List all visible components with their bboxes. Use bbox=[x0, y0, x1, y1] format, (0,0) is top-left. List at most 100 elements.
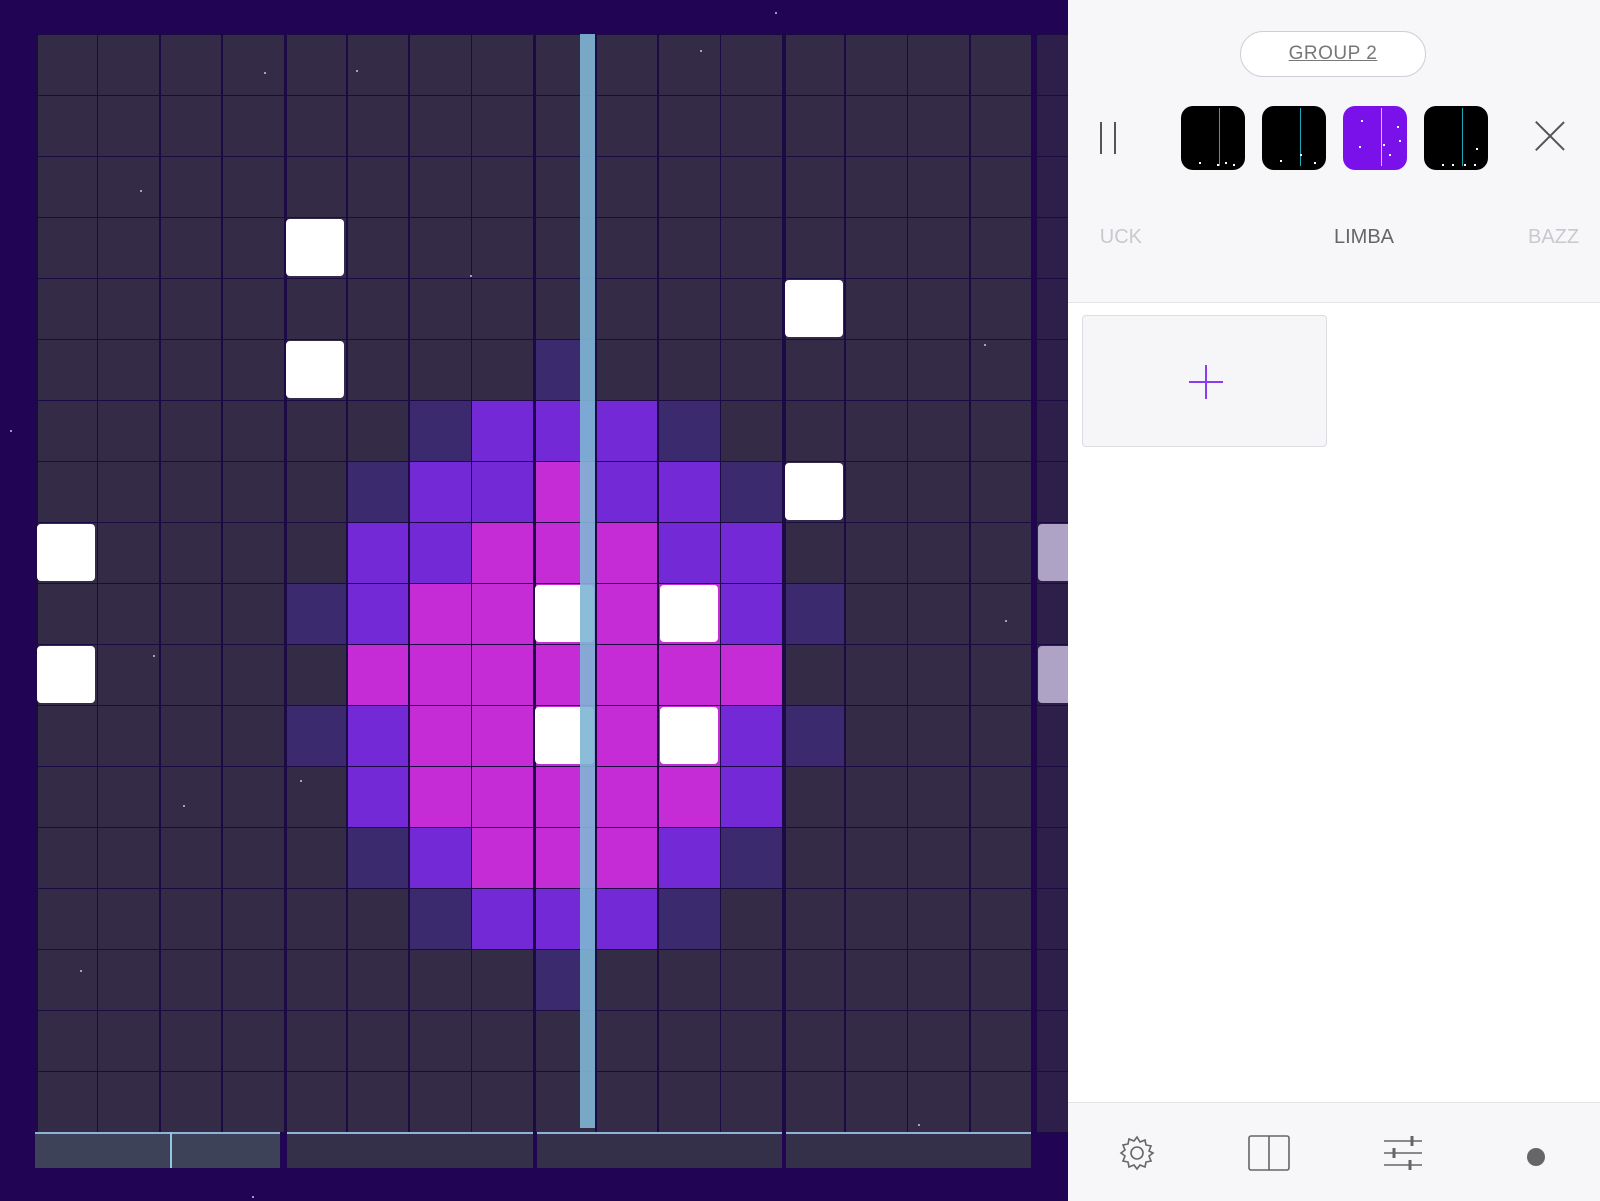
grid-cell[interactable] bbox=[408, 888, 472, 950]
grid-cell[interactable] bbox=[346, 156, 410, 218]
grid-cell[interactable] bbox=[471, 522, 534, 584]
grid-cell[interactable] bbox=[969, 827, 1033, 889]
grid-cell[interactable] bbox=[284, 156, 347, 218]
grid-cell[interactable] bbox=[782, 522, 846, 584]
grid-cell[interactable] bbox=[159, 827, 223, 889]
grid-cell[interactable] bbox=[97, 339, 161, 401]
grid-cell[interactable] bbox=[844, 217, 908, 279]
grid-cell[interactable] bbox=[408, 278, 472, 340]
grid-cell[interactable] bbox=[408, 1010, 472, 1072]
grid-cell[interactable] bbox=[35, 461, 98, 523]
grid-cell[interactable] bbox=[35, 1010, 98, 1072]
grid-cell[interactable] bbox=[408, 522, 472, 584]
grid-cell[interactable] bbox=[35, 339, 98, 401]
grid-cell[interactable] bbox=[159, 400, 223, 462]
active-note[interactable] bbox=[286, 341, 345, 398]
grid-cell[interactable] bbox=[471, 949, 534, 1011]
grid-cell[interactable] bbox=[35, 1071, 98, 1133]
grid-cell[interactable] bbox=[969, 644, 1033, 706]
grid-cell[interactable] bbox=[782, 583, 846, 645]
grid-cell[interactable] bbox=[284, 400, 347, 462]
grid-cell[interactable] bbox=[346, 217, 410, 279]
grid-cell[interactable] bbox=[720, 339, 784, 401]
grid-cell[interactable] bbox=[346, 705, 410, 767]
grid-cell[interactable] bbox=[658, 461, 721, 523]
grid-cell[interactable] bbox=[658, 156, 721, 218]
grid-cell[interactable] bbox=[35, 217, 98, 279]
grid-cell[interactable] bbox=[221, 644, 285, 706]
grid-cell[interactable] bbox=[471, 1071, 534, 1133]
grid-cell[interactable] bbox=[533, 766, 597, 828]
grid-cell[interactable] bbox=[284, 34, 347, 96]
grid-cell[interactable] bbox=[782, 705, 846, 767]
grid-cell[interactable] bbox=[969, 583, 1033, 645]
grid-cell[interactable] bbox=[408, 339, 472, 401]
grid-cell[interactable] bbox=[782, 1010, 846, 1072]
timeline-bar[interactable] bbox=[35, 1132, 1032, 1168]
grid-cell[interactable] bbox=[35, 705, 98, 767]
grid-cell[interactable] bbox=[658, 522, 721, 584]
pattern-slot[interactable] bbox=[1181, 106, 1245, 170]
grid-cell[interactable] bbox=[35, 34, 98, 96]
active-note[interactable] bbox=[286, 219, 345, 276]
grid-cell[interactable] bbox=[533, 339, 597, 401]
grid-cell[interactable] bbox=[471, 827, 534, 889]
grid-cell[interactable] bbox=[408, 644, 472, 706]
grid-cell[interactable] bbox=[844, 278, 908, 340]
grid-cell[interactable] bbox=[471, 400, 534, 462]
record-button[interactable] bbox=[1527, 1148, 1545, 1166]
grid-cell[interactable] bbox=[907, 156, 970, 218]
grid-cell[interactable] bbox=[533, 95, 597, 157]
grid-cell[interactable] bbox=[159, 217, 223, 279]
grid-cell[interactable] bbox=[408, 766, 472, 828]
grid-cell[interactable] bbox=[658, 339, 721, 401]
grid-cell[interactable] bbox=[907, 1071, 970, 1133]
grid-cell[interactable] bbox=[782, 827, 846, 889]
grid-cell[interactable] bbox=[346, 583, 410, 645]
grid-cell[interactable] bbox=[159, 339, 223, 401]
grid-cell[interactable] bbox=[159, 1071, 223, 1133]
grid-cell[interactable] bbox=[969, 278, 1033, 340]
grid-cell[interactable] bbox=[907, 278, 970, 340]
grid-cell[interactable] bbox=[97, 522, 161, 584]
grid-cell[interactable] bbox=[346, 522, 410, 584]
grid-cell[interactable] bbox=[471, 156, 534, 218]
grid-cell[interactable] bbox=[159, 461, 223, 523]
grid-cell[interactable] bbox=[844, 888, 908, 950]
grid-cell[interactable] bbox=[221, 583, 285, 645]
grid-cell[interactable] bbox=[595, 583, 659, 645]
grid-cell[interactable] bbox=[907, 522, 970, 584]
grid-cell[interactable] bbox=[221, 827, 285, 889]
grid-cell[interactable] bbox=[284, 522, 347, 584]
grid-cell[interactable] bbox=[159, 583, 223, 645]
timeline-segment[interactable] bbox=[536, 1132, 782, 1168]
grid-cell[interactable] bbox=[595, 705, 659, 767]
grid-cell[interactable] bbox=[720, 766, 784, 828]
grid-cell[interactable] bbox=[969, 766, 1033, 828]
grid-cell[interactable] bbox=[471, 339, 534, 401]
grid-cell[interactable] bbox=[471, 278, 534, 340]
grid-cell[interactable] bbox=[346, 1071, 410, 1133]
grid-cell[interactable] bbox=[844, 644, 908, 706]
grid-cell[interactable] bbox=[720, 1071, 784, 1133]
grid-cell[interactable] bbox=[595, 949, 659, 1011]
grid-cell[interactable] bbox=[595, 522, 659, 584]
close-button[interactable] bbox=[1532, 118, 1568, 154]
grid-cell[interactable] bbox=[844, 461, 908, 523]
pause-button[interactable] bbox=[1086, 118, 1132, 158]
grid-cell[interactable] bbox=[969, 400, 1033, 462]
grid-cell[interactable] bbox=[969, 156, 1033, 218]
grid-cell[interactable] bbox=[907, 766, 970, 828]
grid-cell[interactable] bbox=[658, 766, 721, 828]
grid-cell[interactable] bbox=[782, 400, 846, 462]
grid-cell[interactable] bbox=[346, 461, 410, 523]
grid-cell[interactable] bbox=[969, 95, 1033, 157]
grid-cell[interactable] bbox=[720, 34, 784, 96]
grid-cell[interactable] bbox=[97, 888, 161, 950]
grid-cell[interactable] bbox=[221, 156, 285, 218]
grid-cell[interactable] bbox=[408, 827, 472, 889]
grid-cell[interactable] bbox=[969, 522, 1033, 584]
grid-cell[interactable] bbox=[408, 705, 472, 767]
grid-cell[interactable] bbox=[97, 400, 161, 462]
grid-cell[interactable] bbox=[346, 1010, 410, 1072]
